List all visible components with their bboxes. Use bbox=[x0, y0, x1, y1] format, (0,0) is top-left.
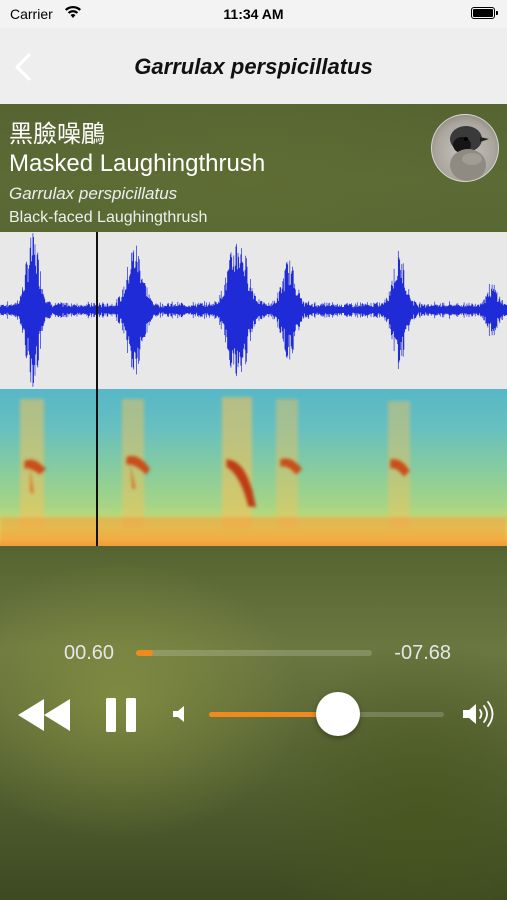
rewind-icon[interactable] bbox=[18, 697, 72, 733]
species-avatar[interactable] bbox=[431, 114, 499, 182]
audio-spectrogram[interactable] bbox=[0, 389, 507, 546]
battery-icon bbox=[471, 7, 498, 19]
species-scientific-name: Garrulax perspicillatus bbox=[9, 184, 178, 203]
waveform-trace bbox=[0, 233, 507, 387]
species-common-name: Masked Laughingthrush bbox=[9, 150, 266, 177]
progress-bar[interactable] bbox=[136, 650, 372, 656]
progress-fill bbox=[136, 650, 153, 656]
species-alternate-name: Black-faced Laughingthrush bbox=[9, 209, 208, 226]
spectrogram-calls bbox=[0, 397, 507, 546]
status-bar: Carrier 11:34 AM bbox=[0, 0, 507, 28]
bird-photo bbox=[450, 126, 489, 181]
navigation-bar: Garrulax perspicillatus bbox=[0, 28, 507, 104]
chevron-left-icon[interactable] bbox=[8, 50, 42, 84]
elapsed-time: 00.60 bbox=[64, 642, 115, 664]
pause-icon[interactable] bbox=[104, 697, 138, 733]
audio-waveform[interactable] bbox=[0, 232, 507, 389]
species-chinese-name: 黑臉噪鶥 bbox=[9, 120, 105, 148]
volume-high-icon bbox=[463, 701, 494, 727]
status-time: 11:34 AM bbox=[223, 6, 284, 22]
volume-slider-knob[interactable] bbox=[316, 692, 361, 736]
species-header: 黑臉噪鶥 Masked Laughingthrush Garrulax pers… bbox=[0, 104, 507, 232]
volume-low-icon bbox=[173, 706, 184, 722]
page-title: Garrulax perspicillatus bbox=[134, 54, 373, 79]
playhead[interactable] bbox=[96, 232, 98, 546]
remaining-time: -07.68 bbox=[394, 642, 451, 664]
